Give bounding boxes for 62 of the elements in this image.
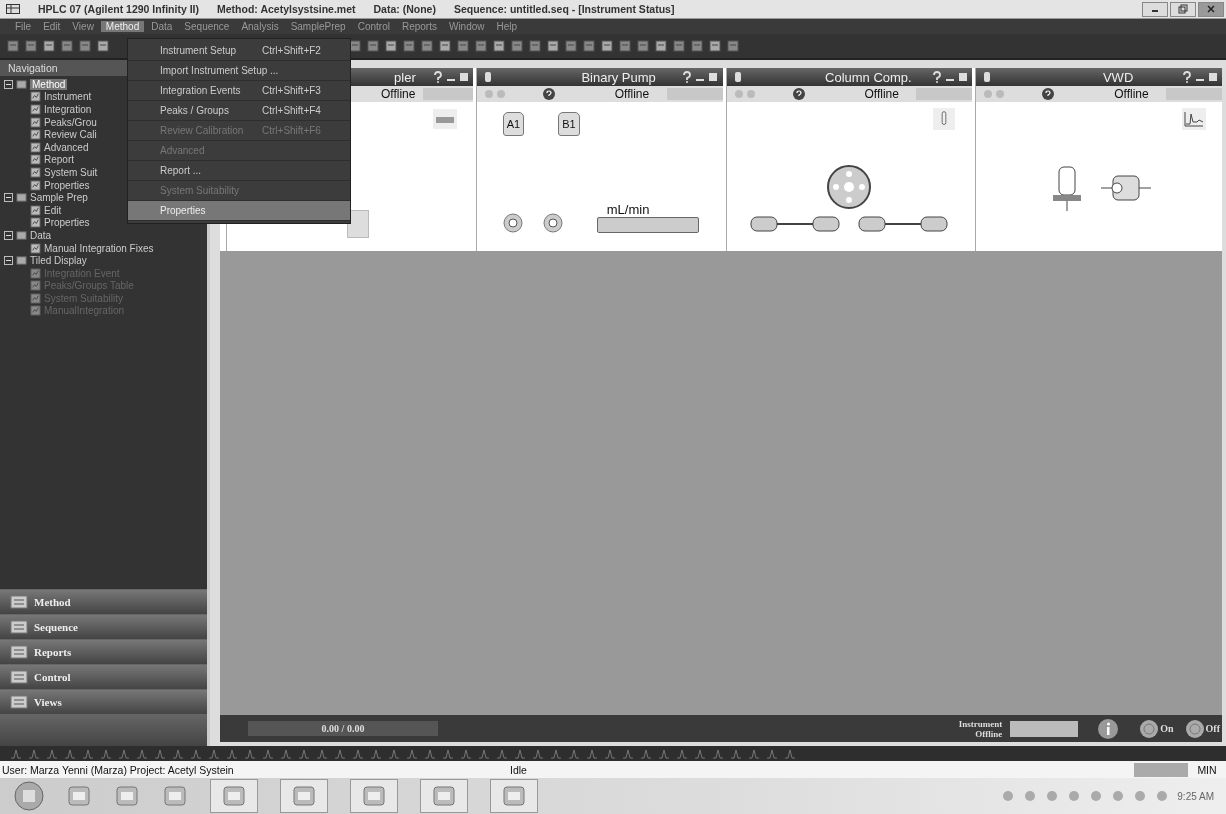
flow-unit: mL/min xyxy=(605,202,651,217)
module-title: pler xyxy=(394,69,416,85)
tree-item[interactable]: Sample Prep xyxy=(30,192,88,204)
module-status: Offline xyxy=(1114,87,1149,101)
menu-option[interactable]: Instrument Setup Ctrl+Shift+F2 xyxy=(128,41,350,61)
instrument-state: Idle xyxy=(510,763,528,776)
menu-item[interactable]: Method xyxy=(100,21,145,32)
menu-item[interactable]: Window xyxy=(443,21,490,32)
menu-item[interactable]: Control xyxy=(352,21,395,32)
tree-item[interactable]: Peaks/Grou xyxy=(44,116,97,128)
tree-item[interactable]: Manual Integration Fixes xyxy=(44,242,154,254)
off-button[interactable]: Off xyxy=(1183,719,1222,738)
menu-item[interactable]: Reports xyxy=(396,21,442,32)
menu-option[interactable]: Peaks / Groups Ctrl+Shift+F4 xyxy=(128,101,350,121)
navigation-section-button[interactable]: Method xyxy=(0,589,207,614)
tree-item[interactable]: Properties xyxy=(44,217,90,229)
window-title: HPLC 07 (Agilent 1290 Infinity II) xyxy=(38,3,200,15)
mode-indicator: MIN xyxy=(1196,763,1218,776)
menu-item[interactable]: Edit xyxy=(38,21,66,32)
tree-item[interactable]: Method xyxy=(30,78,68,90)
instrument-status: Instrument xyxy=(958,718,1003,729)
run-time-display: 0.00 / 0.00 xyxy=(248,721,438,736)
menu-item[interactable]: View xyxy=(67,21,99,32)
clock: 9:25 AM xyxy=(1177,790,1214,802)
tree-item[interactable]: System Suit xyxy=(44,166,98,178)
solvent-bottle: B1 xyxy=(558,112,580,136)
module-title: Column Comp. xyxy=(825,69,912,85)
navigation-section-button[interactable]: Reports xyxy=(0,639,207,664)
solvent-bottle: A1 xyxy=(502,112,525,136)
menu-item[interactable]: Analysis xyxy=(236,21,284,32)
tree-item[interactable]: Advanced xyxy=(44,141,89,153)
menu-option[interactable]: Integration Events Ctrl+Shift+F3 xyxy=(128,81,350,101)
tree-item[interactable]: Integration xyxy=(44,104,92,115)
menu-item[interactable]: Data xyxy=(146,21,178,32)
tree-item[interactable]: Data xyxy=(30,229,52,241)
window-title: Sequence: untitled.seq - [Instrument Status] xyxy=(453,3,675,15)
menu-item[interactable]: File xyxy=(10,21,37,32)
module-title: VWD xyxy=(1102,69,1134,85)
on-button[interactable]: On xyxy=(1138,719,1176,738)
tree-item[interactable]: Review Cali xyxy=(44,129,97,141)
user-project-info: User: Marza Yenni (Marza) Project: Acetyl Systein xyxy=(2,763,235,776)
menu-option[interactable]: Properties xyxy=(128,201,350,221)
tree-item[interactable]: Instrument xyxy=(44,91,92,103)
tree-item[interactable]: Tiled Display xyxy=(30,255,87,267)
tree-item[interactable]: Properties xyxy=(44,179,90,191)
tree-item[interactable]: Report xyxy=(44,154,74,166)
tree-item[interactable]: Edit xyxy=(44,204,62,216)
navigation-section-button[interactable]: Sequence xyxy=(0,614,207,639)
window-title: Method: Acetylsystsine.met xyxy=(217,3,356,15)
module-status: Offline xyxy=(381,87,416,101)
menu-option[interactable]: Report ... xyxy=(128,161,350,181)
module-status: Offline xyxy=(614,87,650,101)
instrument-status: Offline xyxy=(975,728,1003,739)
navigation-section-button[interactable]: Control xyxy=(0,664,207,689)
menu-item[interactable]: Help xyxy=(491,21,523,32)
menu-item[interactable]: Sequence xyxy=(179,21,235,32)
navigation-section-button[interactable]: Views xyxy=(0,689,207,714)
module-title: Binary Pump xyxy=(581,69,656,85)
module-status: Offline xyxy=(864,87,899,101)
menu-option[interactable]: Import Instrument Setup ... xyxy=(128,61,350,81)
window-title: Data: (None) xyxy=(373,3,436,15)
menu-item[interactable]: SamplePrep xyxy=(285,21,351,32)
